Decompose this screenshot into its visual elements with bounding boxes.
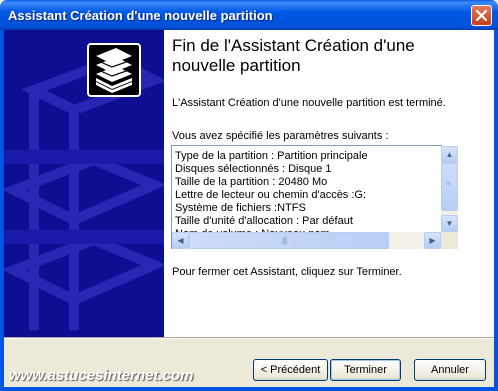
list-item: Système de fichiers :NTFS — [175, 202, 306, 214]
completed-text: L'Assistant Création d'une nouvelle part… — [172, 97, 446, 109]
scroll-left-button[interactable]: ◀ — [172, 232, 189, 249]
wizard-banner — [4, 30, 164, 337]
close-button[interactable] — [471, 5, 492, 26]
scroll-corner — [441, 232, 458, 249]
finish-button[interactable]: Terminer — [330, 359, 401, 381]
arrow-left-icon: ◀ — [177, 236, 184, 245]
grip-icon: ≡ — [446, 179, 451, 188]
title-bar[interactable]: Assistant Création d'une nouvelle partit… — [0, 0, 498, 30]
arrow-down-icon: ▼ — [445, 219, 454, 228]
arrow-up-icon: ▲ — [445, 150, 454, 159]
arrow-right-icon: ▶ — [429, 236, 436, 245]
list-item: Lettre de lecteur ou chemin d'accès :G: — [175, 189, 367, 201]
grip-icon: |||| — [282, 236, 287, 245]
cancel-button[interactable]: Annuler — [414, 359, 486, 381]
vertical-scroll-thumb[interactable]: ≡ — [441, 163, 458, 211]
horizontal-scrollbar[interactable]: ◀ |||| ▶ — [172, 232, 441, 249]
scroll-down-button[interactable]: ▼ — [441, 215, 458, 232]
list-item: Taille de la partition : 20480 Mo — [175, 176, 328, 188]
separator — [4, 337, 494, 339]
list-item: Disques sélectionnés : Disque 1 — [175, 163, 332, 175]
window-title: Assistant Création d'une nouvelle partit… — [8, 8, 273, 23]
close-instruction: Pour fermer cet Assistant, cliquez sur T… — [172, 266, 402, 278]
vertical-scrollbar[interactable]: ▲ ≡ ▼ — [441, 146, 458, 232]
horizontal-scroll-thumb[interactable]: |||| — [189, 232, 389, 249]
back-button[interactable]: < Précédent — [253, 359, 328, 381]
page-title: Fin de l'Assistant Création d'une nouvel… — [172, 36, 415, 75]
watermark: www.astucesinternet.com — [9, 367, 194, 384]
params-label: Vous avez spécifié les paramètres suivan… — [172, 130, 389, 142]
scroll-right-button[interactable]: ▶ — [424, 232, 441, 249]
disk-stack-icon — [4, 43, 164, 330]
list-item: Type de la partition : Partition princip… — [175, 150, 368, 162]
list-item: Taille d'unité d'allocation : Par défaut — [175, 215, 353, 227]
close-icon — [476, 10, 487, 21]
scroll-up-button[interactable]: ▲ — [441, 146, 458, 163]
